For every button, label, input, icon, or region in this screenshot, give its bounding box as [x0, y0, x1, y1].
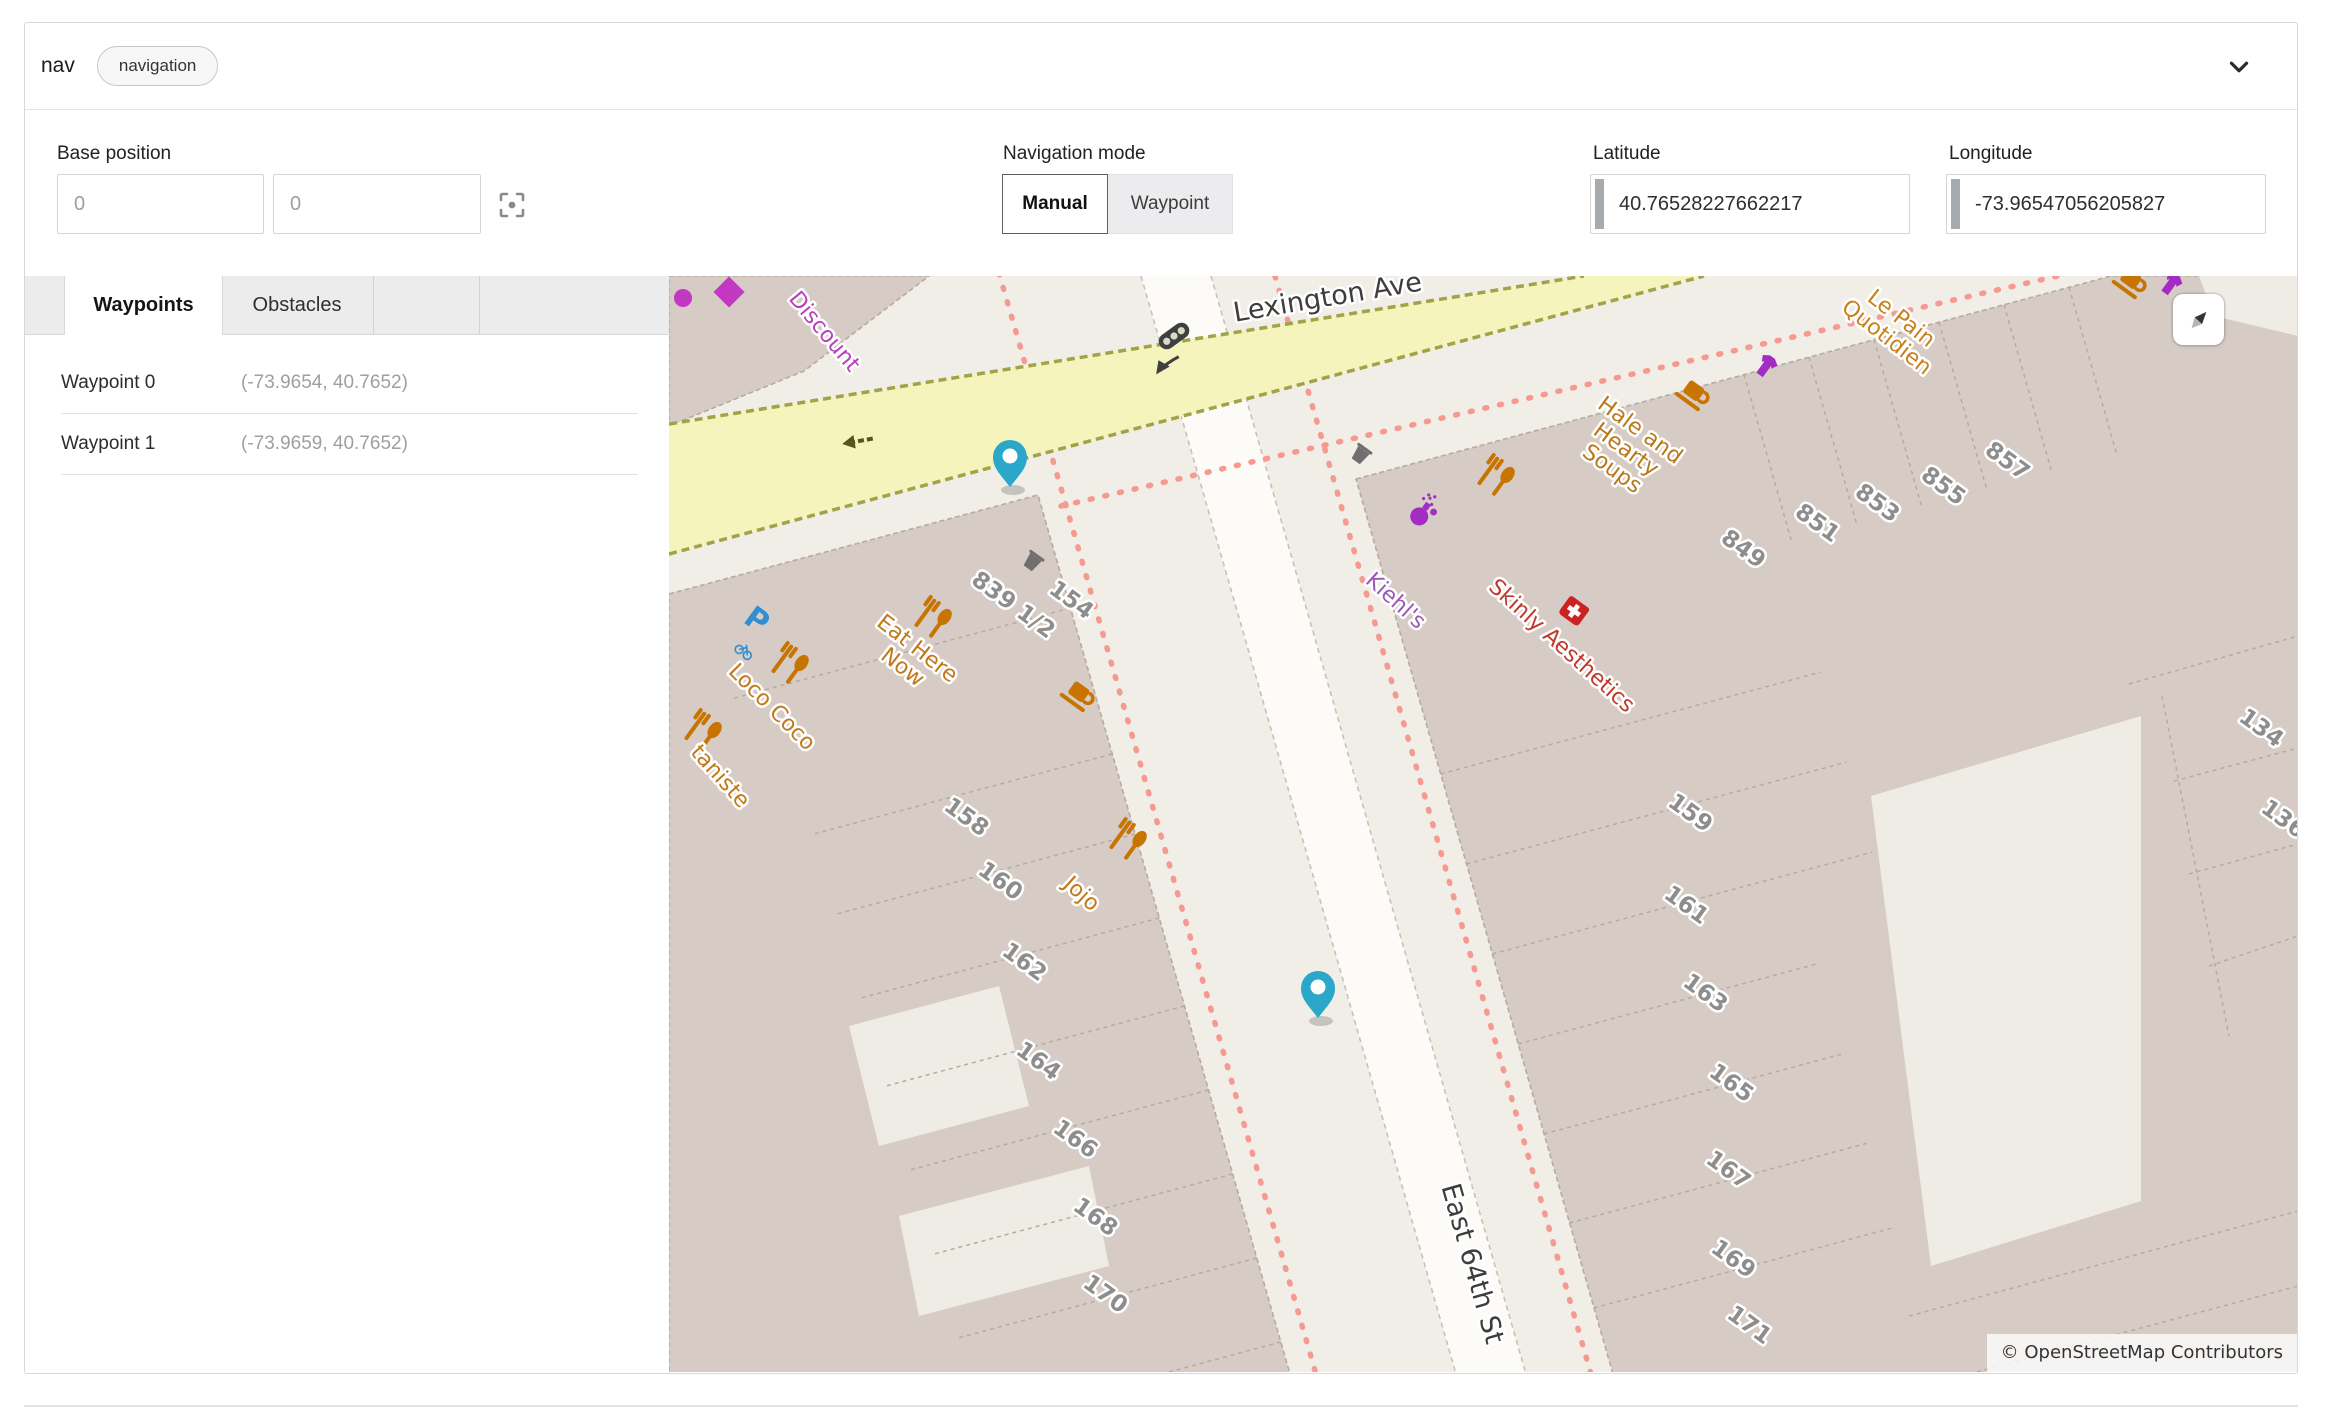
navigation-mode-toggle: Manual Waypoint — [1002, 174, 1233, 234]
waypoint-row[interactable]: Waypoint 0(-73.9654, 40.7652) — [61, 353, 638, 414]
waypoint-coords: (-73.9654, 40.7652) — [241, 372, 408, 394]
latitude-drag-bar[interactable] — [1595, 179, 1604, 229]
tab-strip: Waypoints Obstacles — [25, 276, 669, 335]
map-attribution[interactable]: © OpenStreetMap Contributors — [1987, 1334, 2297, 1372]
latitude-input[interactable] — [1590, 174, 1910, 234]
navigation-badge: navigation — [97, 46, 219, 86]
navigation-mode-label: Navigation mode — [1003, 143, 1146, 165]
longitude-field — [1946, 174, 2266, 234]
manual-mode-button[interactable]: Manual — [1002, 174, 1108, 234]
waypoint-name: Waypoint 0 — [61, 372, 241, 394]
navigation-card: nav navigation Base position Navigation … — [24, 22, 2298, 1374]
chevron-down-icon — [2223, 49, 2255, 85]
longitude-drag-bar[interactable] — [1951, 179, 1960, 229]
latitude-label: Latitude — [1593, 143, 1661, 165]
tab-obstacles[interactable]: Obstacles — [221, 276, 373, 334]
compass-needle-icon — [2184, 305, 2214, 335]
card-title: nav — [41, 54, 75, 78]
waypoint-name: Waypoint 1 — [61, 433, 241, 455]
card-header: nav navigation — [25, 23, 2297, 109]
waypoint-list: Waypoint 0(-73.9654, 40.7652)Waypoint 1(… — [61, 353, 638, 475]
waypoint-row[interactable]: Waypoint 1(-73.9659, 40.7652) — [61, 414, 638, 475]
longitude-input[interactable] — [1946, 174, 2266, 234]
map-canvas[interactable]: P839 1/215415816016216416616817015916116… — [669, 276, 2297, 1372]
collapse-button[interactable] — [2217, 45, 2261, 89]
crosshair-icon — [497, 190, 527, 220]
base-position-label: Base position — [57, 143, 171, 165]
next-section-divider — [24, 1405, 2298, 1407]
header-divider — [25, 109, 2297, 110]
page: { "header": { "title": "nav", "badge": "… — [0, 0, 2334, 1410]
base-position-x-input[interactable] — [57, 174, 264, 234]
waypoint-coords: (-73.9659, 40.7652) — [241, 433, 408, 455]
latitude-field — [1590, 174, 1910, 234]
tab-separator — [373, 276, 374, 334]
dot-icon — [674, 289, 692, 307]
map-svg: P839 1/215415816016216416616817015916116… — [669, 276, 2297, 1372]
base-position-y-input[interactable] — [273, 174, 481, 234]
tab-waypoints[interactable]: Waypoints — [64, 276, 223, 335]
locate-base-button[interactable] — [491, 189, 523, 221]
longitude-label: Longitude — [1949, 143, 2032, 165]
waypoint-mode-button[interactable]: Waypoint — [1107, 174, 1233, 234]
tab-separator — [479, 276, 480, 334]
compass-button[interactable] — [2173, 294, 2224, 345]
